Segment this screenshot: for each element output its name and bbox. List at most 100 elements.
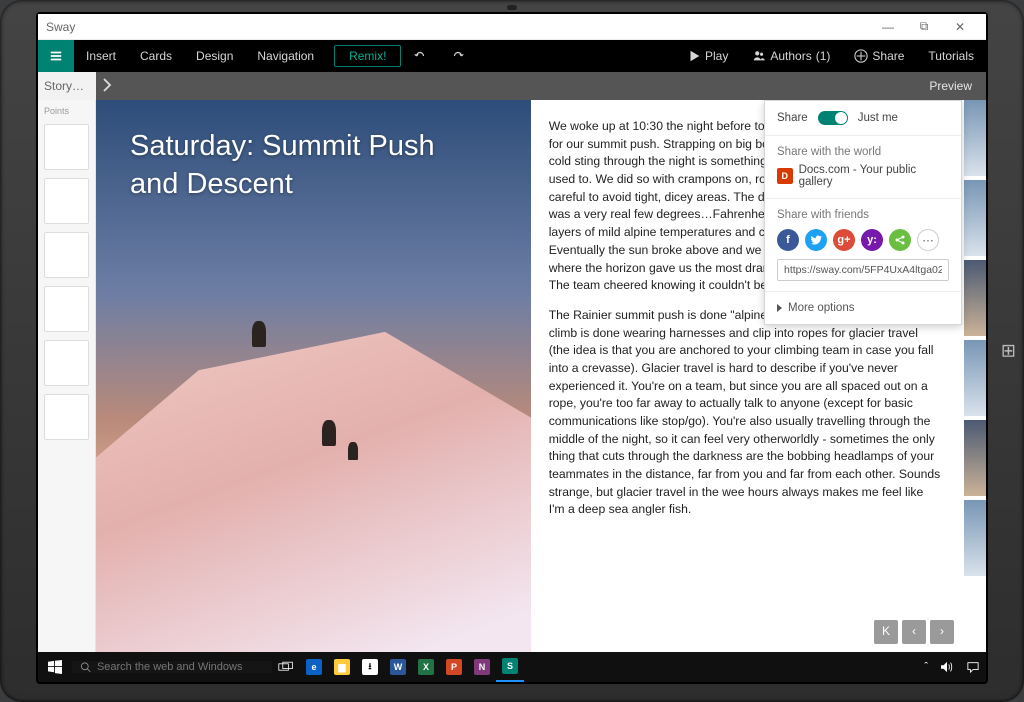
hamburger-button[interactable] (38, 40, 74, 72)
windows-taskbar: e ▆ ⭳ W X P N S ˆ (38, 652, 986, 682)
window-maximize-button[interactable]: ⧉ (906, 19, 942, 34)
gallery-thumbnail[interactable] (964, 100, 986, 176)
redo-button[interactable] (439, 40, 477, 72)
tray-volume-button[interactable] (934, 652, 960, 682)
command-bar: Insert Cards Design Navigation Remix! Pl… (38, 40, 986, 72)
share-url-input[interactable] (777, 259, 949, 281)
card-thumbnail[interactable] (44, 178, 89, 224)
card-thumbnail[interactable] (44, 124, 89, 170)
ribbon-tab-cards[interactable]: Cards (128, 40, 184, 72)
share-label: Share (872, 49, 904, 63)
tray-action-center-button[interactable] (960, 652, 986, 682)
gallery-thumbnail[interactable] (964, 340, 986, 416)
window-titlebar: Sway — ⧉ ✕ (38, 14, 986, 40)
volume-icon (940, 661, 954, 673)
share-icon (854, 49, 868, 63)
pager: K ‹ › (874, 620, 954, 644)
right-thumbnail-strip (964, 100, 986, 652)
view-tabstrip: Story… Preview (38, 72, 986, 100)
taskbar-app-store[interactable]: ⭳ (356, 652, 384, 682)
action-center-icon (966, 661, 980, 673)
share-twitter-button[interactable] (805, 229, 827, 251)
share-flyout-title: Share (777, 112, 808, 124)
ribbon-tab-design[interactable]: Design (184, 40, 245, 72)
card-thumbnail[interactable] (44, 286, 89, 332)
hero-title: Saturday: Summit Push and Descent (130, 128, 435, 203)
taskbar-app-onenote[interactable]: N (468, 652, 496, 682)
share-scope-toggle[interactable] (818, 111, 848, 125)
taskbar-app-excel[interactable]: X (412, 652, 440, 682)
share-yammer-button[interactable]: y: (861, 229, 883, 251)
hero-title-line2: and Descent (130, 166, 435, 204)
pager-k-button[interactable]: K (874, 620, 898, 644)
tablet-frame: ⊞ Sway — ⧉ ✕ Insert Cards Design Navigat… (0, 0, 1024, 702)
tablet-camera (507, 5, 517, 10)
pager-prev-button[interactable]: ‹ (902, 620, 926, 644)
windows-logo-icon (48, 660, 62, 674)
docs-icon (777, 168, 793, 184)
climber-figure (322, 420, 336, 446)
app-title: Sway (46, 20, 75, 34)
authors-button[interactable]: Authors (1) (740, 40, 842, 72)
climber-figure (348, 442, 358, 460)
gallery-thumbnail[interactable] (964, 260, 986, 336)
play-icon (687, 49, 701, 63)
screen: Sway — ⧉ ✕ Insert Cards Design Navigatio… (38, 14, 986, 682)
share-more-options-label: More options (788, 302, 854, 314)
gallery-thumbnail[interactable] (964, 180, 986, 256)
window-minimize-button[interactable]: — (870, 20, 906, 34)
climber-figure (252, 321, 266, 347)
taskbar-app-edge[interactable]: e (300, 652, 328, 682)
docs-com-link[interactable]: Docs.com - Your public gallery (777, 164, 949, 188)
hero-title-line1: Saturday: Summit Push (130, 128, 435, 166)
preview-canvas: Saturday: Summit Push and Descent We wok… (96, 100, 986, 652)
people-icon (752, 49, 766, 63)
share-scope-label: Just me (858, 112, 898, 124)
taskbar-app-sway[interactable]: S (496, 652, 524, 682)
article-paragraph-2: The Rainier summit push is done "alpine … (549, 307, 942, 519)
gallery-thumbnail[interactable] (964, 500, 986, 576)
search-icon (80, 661, 91, 673)
storyline-tab[interactable]: Story… (38, 72, 96, 100)
remix-button[interactable]: Remix! (334, 45, 401, 67)
storyline-panel: Points (38, 100, 96, 652)
authors-label: Authors (770, 49, 811, 63)
hero-image: Saturday: Summit Push and Descent (96, 100, 531, 652)
card-thumbnail[interactable] (44, 232, 89, 278)
taskbar-app-explorer[interactable]: ▆ (328, 652, 356, 682)
share-button[interactable]: Share (842, 40, 916, 72)
tray-chevron-button[interactable]: ˆ (918, 652, 934, 682)
authors-count: (1) (816, 49, 831, 63)
undo-button[interactable] (401, 40, 439, 72)
tutorials-button[interactable]: Tutorials (916, 40, 986, 72)
task-view-button[interactable] (272, 652, 300, 682)
storyline-heading: Points (42, 106, 91, 116)
preview-tab[interactable]: Preview (929, 79, 986, 93)
share-friends-heading: Share with friends (777, 209, 949, 221)
share-generic-button[interactable] (889, 229, 911, 251)
taskbar-app-powerpoint[interactable]: P (440, 652, 468, 682)
task-view-icon (278, 661, 294, 673)
share-googleplus-button[interactable]: g+ (833, 229, 855, 251)
share-facebook-button[interactable]: f (777, 229, 799, 251)
share-more-options-button[interactable]: More options (765, 292, 961, 324)
card-thumbnail[interactable] (44, 340, 89, 386)
gallery-thumbnail[interactable] (964, 420, 986, 496)
taskbar-search[interactable] (72, 661, 272, 673)
card-thumbnail[interactable] (44, 394, 89, 440)
play-button[interactable]: Play (675, 40, 740, 72)
taskbar-search-input[interactable] (97, 661, 272, 673)
ribbon-tab-navigation[interactable]: Navigation (245, 40, 326, 72)
start-button[interactable] (38, 652, 72, 682)
windows-hardware-key[interactable]: ⊞ (1001, 341, 1016, 362)
ribbon-tab-insert[interactable]: Insert (74, 40, 128, 72)
triangle-right-icon (777, 304, 782, 312)
pager-next-button[interactable]: › (930, 620, 954, 644)
share-more-services-button[interactable]: ⋯ (917, 229, 939, 251)
expand-storyline-button[interactable] (96, 78, 118, 95)
window-close-button[interactable]: ✕ (942, 20, 978, 34)
play-label: Play (705, 49, 728, 63)
share-flyout: Share Just me Share with the world Docs.… (764, 100, 962, 325)
share-world-heading: Share with the world (777, 146, 949, 158)
taskbar-app-word[interactable]: W (384, 652, 412, 682)
